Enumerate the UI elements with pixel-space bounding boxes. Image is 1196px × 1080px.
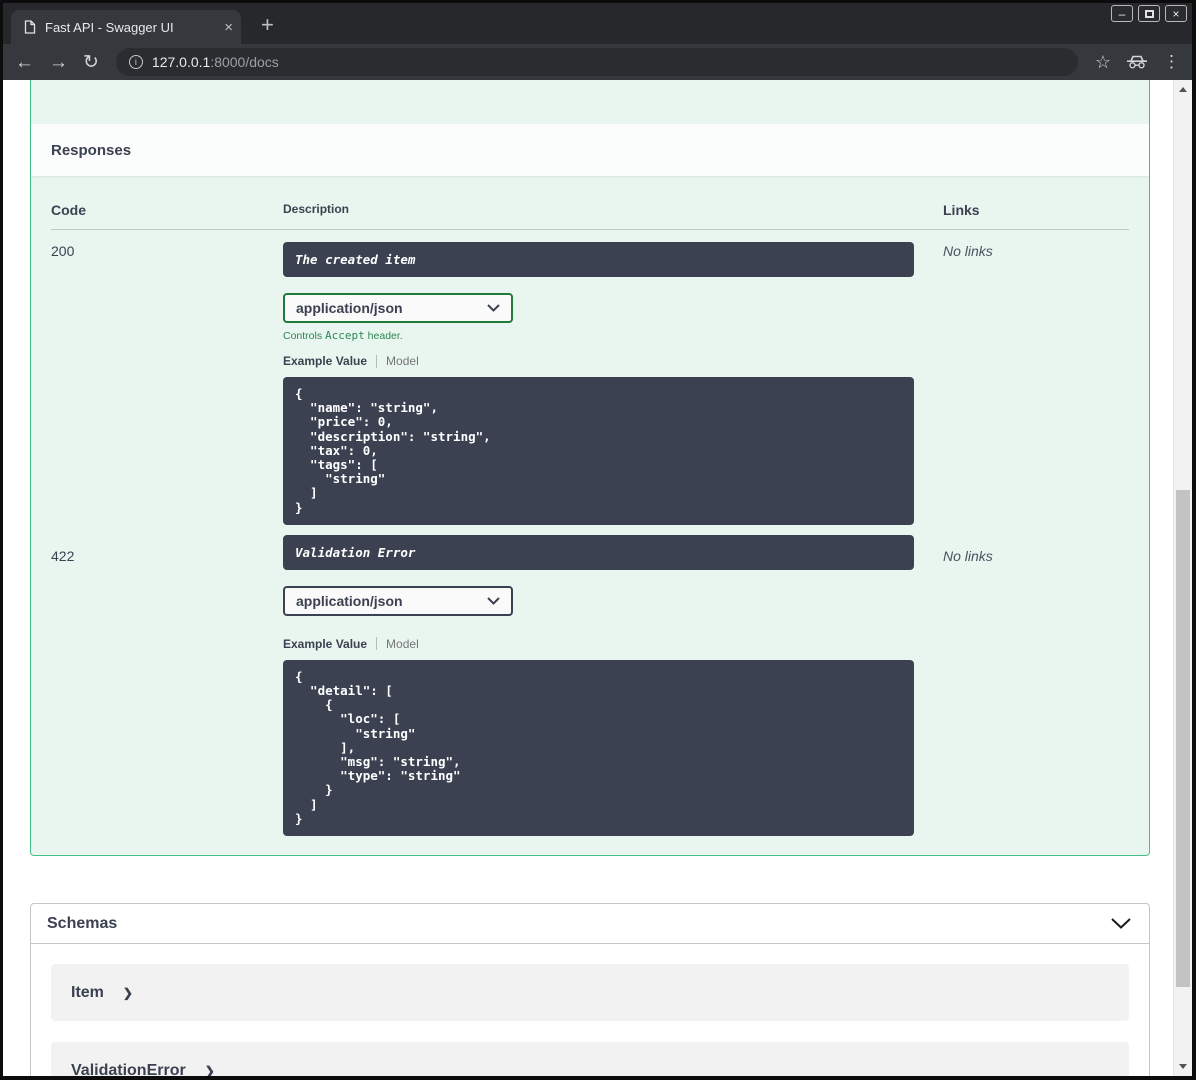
browser-tab[interactable]: Fast API - Swagger UI ×: [11, 10, 241, 44]
controls-accept-note: Controls Accept header.: [283, 329, 403, 342]
model-row-validationerror[interactable]: ValidationError ❯: [51, 1042, 1129, 1076]
media-type-select-422[interactable]: application/json: [283, 585, 513, 616]
window-close-button[interactable]: ×: [1165, 5, 1187, 22]
response-description-cell-200: The created item application/json Contro…: [283, 230, 943, 525]
maximize-icon: [1144, 9, 1154, 18]
column-header-links: Links: [943, 176, 1129, 230]
chevron-right-icon: ❯: [204, 1063, 215, 1076]
opblock-spacer: [31, 80, 1149, 124]
example-json-200: { "name": "string", "price": 0, "descrip…: [283, 377, 914, 525]
tab-close-icon[interactable]: ×: [224, 20, 233, 35]
schemas-header[interactable]: Schemas: [31, 904, 1149, 945]
responses-table-wrapper: Code Description Links 200 The created i…: [31, 176, 1149, 855]
models-list: Item ❯ ValidationError ❯: [31, 944, 1149, 1076]
back-icon[interactable]: ←: [15, 53, 34, 72]
url-bar[interactable]: i 127.0.0.1:8000/docs: [115, 48, 1078, 76]
model-name: ValidationError: [71, 1061, 186, 1076]
tab-divider: [376, 637, 378, 651]
tab-strip: Fast API - Swagger UI × + – ×: [3, 3, 1192, 44]
schemas-title: Schemas: [47, 914, 118, 932]
forward-icon[interactable]: →: [49, 53, 68, 72]
opblock-post: Responses Code Description Links 200 The…: [30, 80, 1150, 857]
accept-header-code: Accept: [325, 329, 365, 342]
tab-example-value-200[interactable]: Example Value: [283, 354, 367, 368]
browser-menu-icon[interactable]: ⋮: [1163, 52, 1180, 72]
media-type-value-422: application/json: [296, 592, 403, 609]
info-icon[interactable]: i: [128, 55, 143, 69]
example-model-tabs-200: Example Value Model: [283, 354, 943, 368]
chevron-right-icon: ❯: [122, 985, 133, 1000]
window-maximize-button[interactable]: [1138, 5, 1160, 22]
column-header-description: Description: [283, 176, 943, 230]
response-description-cell-422: Validation Error application/json Exampl…: [283, 525, 943, 837]
tab-model-200[interactable]: Model: [386, 354, 419, 368]
document-icon: [24, 20, 36, 34]
tab-divider: [376, 354, 378, 368]
media-type-select-200[interactable]: application/json: [283, 293, 513, 323]
new-tab-button[interactable]: +: [261, 12, 274, 38]
schemas-section: Schemas Item ❯ ValidationError ❯: [30, 903, 1150, 1076]
column-header-code: Code: [51, 176, 283, 230]
model-row-item[interactable]: Item ❯: [51, 964, 1129, 1022]
chevron-down-icon: [487, 597, 500, 605]
browser-toolbar: ← → ↻ i 127.0.0.1:8000/docs ☆ ⋮: [3, 44, 1192, 80]
example-json-422: { "detail": [ { "loc": [ "string" ], "ms…: [283, 659, 914, 837]
url-host: 127.0.0.1: [151, 54, 211, 70]
tab-example-value-422[interactable]: Example Value: [283, 637, 367, 651]
incognito-icon: [1126, 55, 1148, 69]
chevron-down-icon: [487, 304, 500, 312]
browser-window: Fast API - Swagger UI × + – × ← → ↻ i 12…: [0, 0, 1196, 1080]
responses-table: Code Description Links 200 The created i…: [51, 176, 1129, 837]
tab-model-422[interactable]: Model: [386, 637, 419, 651]
url-path: :8000/docs: [210, 54, 279, 70]
swagger-content: Responses Code Description Links 200 The…: [3, 80, 1173, 1076]
response-links-422: No links: [943, 547, 993, 564]
scroll-down-icon[interactable]: [1179, 1064, 1187, 1069]
scrollbar-thumb[interactable]: [1176, 490, 1190, 987]
tab-title: Fast API - Swagger UI: [45, 19, 174, 35]
media-type-value-200: application/json: [296, 300, 403, 316]
reload-icon[interactable]: ↻: [83, 53, 99, 72]
window-minimize-button[interactable]: –: [1111, 5, 1133, 22]
response-description-422: Validation Error: [283, 534, 914, 570]
url-text: 127.0.0.1:8000/docs: [152, 54, 279, 70]
window-controls: – ×: [1111, 5, 1187, 22]
vertical-scrollbar[interactable]: [1173, 80, 1192, 1076]
model-name: Item: [71, 983, 104, 1001]
response-code-422: 422: [51, 547, 75, 564]
page: Responses Code Description Links 200 The…: [3, 80, 1192, 1076]
responses-section-header: Responses: [31, 124, 1149, 176]
response-links-200: No links: [943, 243, 993, 259]
response-description-200: The created item: [283, 242, 914, 277]
chevron-down-icon[interactable]: [1111, 918, 1131, 929]
scroll-up-icon[interactable]: [1179, 87, 1187, 92]
response-code-200: 200: [51, 243, 75, 259]
example-model-tabs-422: Example Value Model: [283, 637, 943, 651]
responses-title: Responses: [51, 141, 132, 159]
bookmark-star-icon[interactable]: ☆: [1095, 52, 1111, 73]
